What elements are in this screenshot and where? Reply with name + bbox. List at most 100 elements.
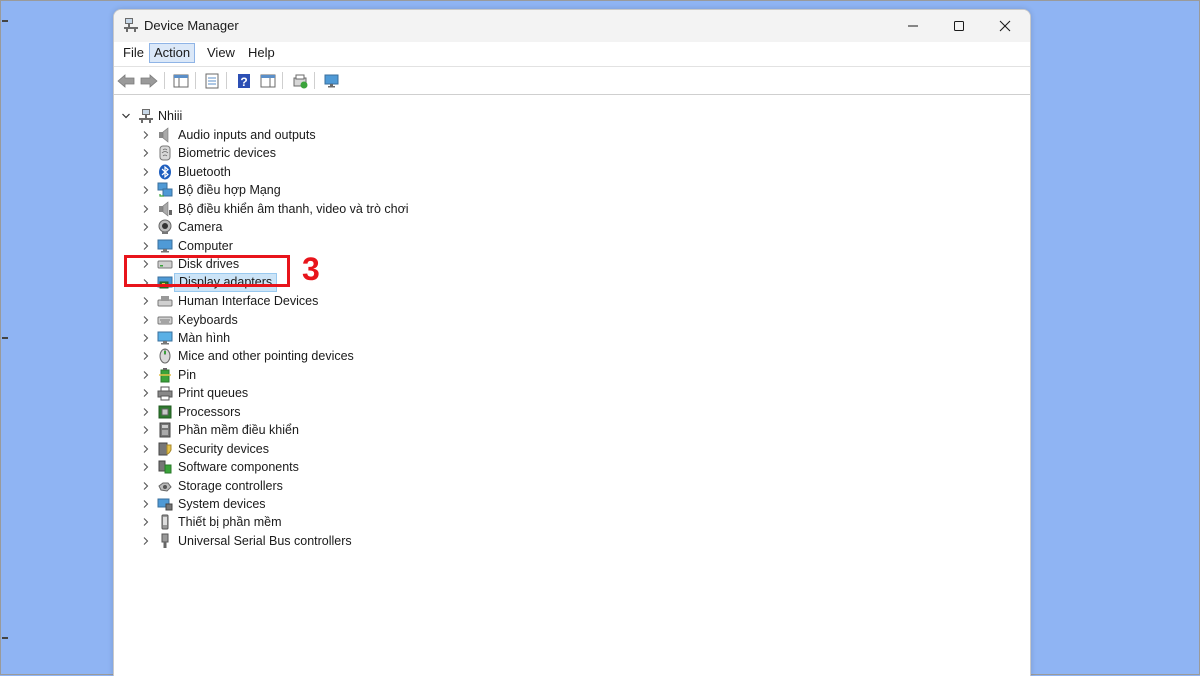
device-manager-app-icon	[124, 18, 138, 32]
tree-item-label: Màn hình	[178, 330, 231, 345]
tree-item[interactable]: Print queues	[114, 384, 714, 402]
toolbar-separator	[164, 72, 165, 89]
tree-item-label: Bluetooth	[178, 164, 231, 179]
tree-item[interactable]: Bộ điều khiển âm thanh, video và trò chơ…	[114, 200, 714, 218]
tree-item[interactable]: Security devices	[114, 440, 714, 458]
chevron-right-icon[interactable]	[140, 147, 152, 159]
svg-text:?: ?	[240, 75, 247, 89]
chevron-right-icon[interactable]	[140, 387, 152, 399]
security-device-icon	[158, 442, 172, 456]
properties-icon	[205, 73, 219, 89]
tree-item-label: Human Interface Devices	[178, 294, 319, 309]
battery-icon	[159, 367, 171, 383]
menu-view[interactable]: View	[203, 43, 239, 63]
chevron-right-icon[interactable]	[140, 461, 152, 473]
speaker-icon	[159, 127, 169, 143]
tree-item[interactable]: Computer	[114, 237, 714, 255]
tree-item-label: Universal Serial Bus controllers	[178, 533, 352, 548]
edge-mark	[2, 637, 8, 639]
show-hide-tree-icon	[173, 74, 189, 88]
tree-item-label: Keyboards	[178, 312, 238, 327]
tree-item[interactable]: Audio inputs and outputs	[114, 126, 714, 144]
tree-item[interactable]: Storage controllers	[114, 477, 714, 495]
edge-mark	[2, 337, 8, 339]
edge-mark	[2, 20, 8, 22]
tree-item[interactable]: Camera	[114, 218, 714, 236]
tree-item-label: System devices	[178, 497, 266, 511]
toolbar-separator	[282, 72, 283, 89]
device-tree: Nhiii Audio inputs and outputs Biometric …	[114, 96, 1030, 676]
forward-arrow-icon	[140, 74, 158, 88]
computer-root-icon	[139, 109, 153, 123]
chevron-right-icon[interactable]	[140, 184, 152, 196]
chevron-down-icon[interactable]	[120, 110, 132, 122]
title-bar[interactable]: Device Manager	[114, 10, 1030, 42]
chevron-right-icon[interactable]	[140, 350, 152, 362]
tree-item[interactable]: Human Interface Devices	[114, 292, 714, 310]
tree-item-label: Software components	[178, 460, 299, 475]
tree-item[interactable]: Mice and other pointing devices	[114, 347, 714, 365]
tree-item[interactable]: Bluetooth	[114, 163, 714, 181]
action-pane-button[interactable]	[258, 71, 278, 91]
chevron-right-icon[interactable]	[140, 480, 152, 492]
forward-button[interactable]	[139, 71, 159, 91]
update-driver-icon	[293, 74, 308, 89]
tree-item[interactable]: System devices	[114, 495, 714, 513]
chevron-right-icon[interactable]	[140, 535, 152, 547]
software-device-icon	[161, 514, 169, 530]
computer-icon	[157, 239, 173, 253]
menu-action[interactable]: Action	[149, 43, 196, 63]
keyboard-icon	[157, 316, 173, 324]
tree-root[interactable]: Nhiii	[114, 107, 714, 125]
tree-item-label: Thiết bị phần mềm	[178, 515, 282, 530]
menu-file[interactable]: File	[119, 43, 148, 63]
chevron-right-icon[interactable]	[140, 424, 152, 436]
tree-item[interactable]: Thiết bị phần mềm	[114, 513, 714, 531]
tree-item[interactable]: Software components	[114, 458, 714, 476]
chevron-right-icon[interactable]	[140, 314, 152, 326]
back-arrow-icon	[117, 74, 135, 88]
toolbar: ?	[114, 66, 1030, 95]
properties-button[interactable]	[202, 71, 222, 91]
close-icon	[999, 20, 1011, 32]
window-title: Device Manager	[144, 18, 239, 33]
chevron-right-icon[interactable]	[140, 295, 152, 307]
chevron-right-icon[interactable]	[140, 332, 152, 344]
annotation-highlight-box	[124, 255, 290, 287]
scan-hardware-button[interactable]	[322, 71, 342, 91]
menu-help[interactable]: Help	[244, 43, 279, 63]
back-button[interactable]	[116, 71, 136, 91]
update-driver-button[interactable]	[290, 71, 310, 91]
close-button[interactable]	[982, 10, 1028, 42]
chevron-right-icon[interactable]	[140, 203, 152, 215]
tree-item[interactable]: Biometric devices	[114, 144, 714, 162]
chevron-right-icon[interactable]	[140, 516, 152, 528]
help-button[interactable]: ?	[234, 71, 254, 91]
bluetooth-icon	[159, 164, 171, 180]
menu-bar: File Action View Help	[114, 42, 1030, 64]
show-hide-tree-button[interactable]	[171, 71, 191, 91]
chevron-right-icon[interactable]	[140, 498, 152, 510]
tree-item[interactable]: Processors	[114, 403, 714, 421]
sound-controller-icon	[159, 201, 172, 217]
chevron-right-icon[interactable]	[140, 406, 152, 418]
tree-item[interactable]: Phần mềm điều khiển	[114, 421, 714, 439]
tree-item[interactable]: Universal Serial Bus controllers	[114, 532, 714, 550]
annotation-step-number: 3	[302, 251, 320, 287]
maximize-button[interactable]	[936, 10, 982, 42]
chevron-right-icon[interactable]	[140, 221, 152, 233]
minimize-button[interactable]	[890, 10, 936, 42]
chevron-right-icon[interactable]	[140, 443, 152, 455]
monitor-icon	[157, 331, 173, 345]
chevron-right-icon[interactable]	[140, 369, 152, 381]
chevron-right-icon[interactable]	[140, 129, 152, 141]
tree-item[interactable]: Màn hình	[114, 329, 714, 347]
chevron-right-icon[interactable]	[140, 166, 152, 178]
action-pane-icon	[260, 74, 276, 88]
chevron-right-icon[interactable]	[140, 240, 152, 252]
toolbar-separator	[195, 72, 196, 89]
tree-item[interactable]: Keyboards	[114, 311, 714, 329]
tree-item-label: Mice and other pointing devices	[178, 349, 354, 364]
tree-item[interactable]: Bộ điều hợp Mạng	[114, 181, 714, 199]
tree-item[interactable]: Pin	[114, 366, 714, 384]
